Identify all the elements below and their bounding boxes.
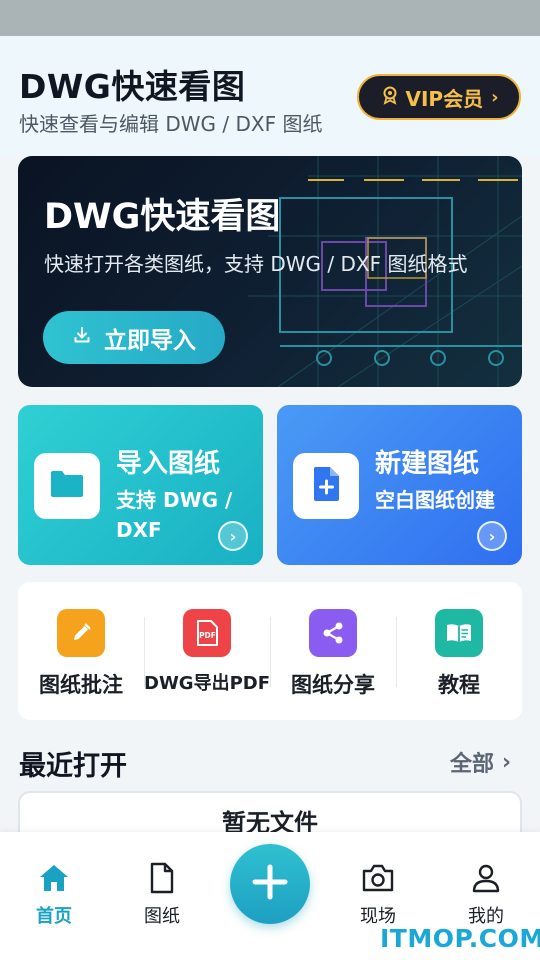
watermark: ITMOP.COM <box>380 924 540 953</box>
tool-tutorial[interactable]: 教程 <box>396 582 522 720</box>
import-drawing-card[interactable]: 导入图纸 支持 DWG / DXF › <box>18 405 263 565</box>
chevron-right-icon[interactable]: › <box>477 521 507 551</box>
app-title: DWG快速看图 <box>19 67 246 106</box>
nav-item-profile[interactable]: 我的 <box>446 862 526 928</box>
view-all-link[interactable]: 全部 › <box>450 746 511 778</box>
folder-icon-box <box>34 453 100 519</box>
new-card-title: 新建图纸 <box>375 449 480 479</box>
nav-item-drawings[interactable]: 图纸 <box>122 862 202 928</box>
new-file-icon <box>311 466 341 506</box>
plus-icon <box>251 863 289 905</box>
download-icon <box>72 325 92 351</box>
hero-title: DWG快速看图 <box>44 197 281 237</box>
user-icon <box>470 862 502 898</box>
hero-banner: DWG快速看图 快速打开各类图纸，支持 DWG / DXF 图纸格式 立即导入 <box>18 156 522 387</box>
hero-subtitle: 快速打开各类图纸，支持 DWG / DXF 图纸格式 <box>44 252 468 276</box>
new-file-icon-box <box>293 453 359 519</box>
new-card-subtitle: 空白图纸创建 <box>375 488 495 512</box>
status-bar <box>0 0 540 36</box>
nav-item-home[interactable]: 首页 <box>14 862 94 928</box>
vip-label: VIP会员 <box>405 86 484 111</box>
folder-icon <box>49 469 85 503</box>
nav-item-site[interactable]: 现场 <box>338 862 418 928</box>
svg-text:PDF: PDF <box>199 631 216 640</box>
pencil-icon <box>57 609 105 657</box>
tool-label: 图纸批注 <box>39 673 123 697</box>
add-button[interactable] <box>230 844 310 924</box>
view-all-label: 全部 <box>450 752 495 777</box>
new-drawing-card[interactable]: 新建图纸 空白图纸创建 › <box>277 405 522 565</box>
import-now-label: 立即导入 <box>104 327 196 354</box>
tool-share[interactable]: 图纸分享 <box>270 582 396 720</box>
chevron-right-icon: › <box>502 749 512 775</box>
recent-title: 最近打开 <box>19 751 127 782</box>
tool-label: 教程 <box>438 673 480 697</box>
tool-label: 图纸分享 <box>291 673 375 697</box>
share-icon <box>309 609 357 657</box>
chevron-right-icon[interactable]: › <box>218 521 248 551</box>
camera-icon <box>361 862 395 898</box>
tool-annotate[interactable]: 图纸批注 <box>18 582 144 720</box>
vip-button[interactable]: VIP会员 › <box>357 74 521 120</box>
home-icon <box>37 862 71 898</box>
app-subtitle: 快速查看与编辑 DWG / DXF 图纸 <box>19 112 323 136</box>
book-icon <box>435 609 483 657</box>
import-card-title: 导入图纸 <box>116 449 221 479</box>
document-icon <box>147 862 177 898</box>
nav-label: 首页 <box>36 906 72 927</box>
vip-badge-icon <box>380 85 400 110</box>
tool-label: DWG导出PDF <box>144 673 270 694</box>
pdf-icon: PDF <box>183 609 231 657</box>
tools-panel: 图纸批注 PDF DWG导出PDF 图纸分享 教程 <box>18 582 522 720</box>
nav-label: 图纸 <box>144 906 180 927</box>
chevron-right-icon: › <box>491 86 499 108</box>
tool-export-pdf[interactable]: PDF DWG导出PDF <box>144 582 270 720</box>
import-now-button[interactable]: 立即导入 <box>43 311 225 364</box>
